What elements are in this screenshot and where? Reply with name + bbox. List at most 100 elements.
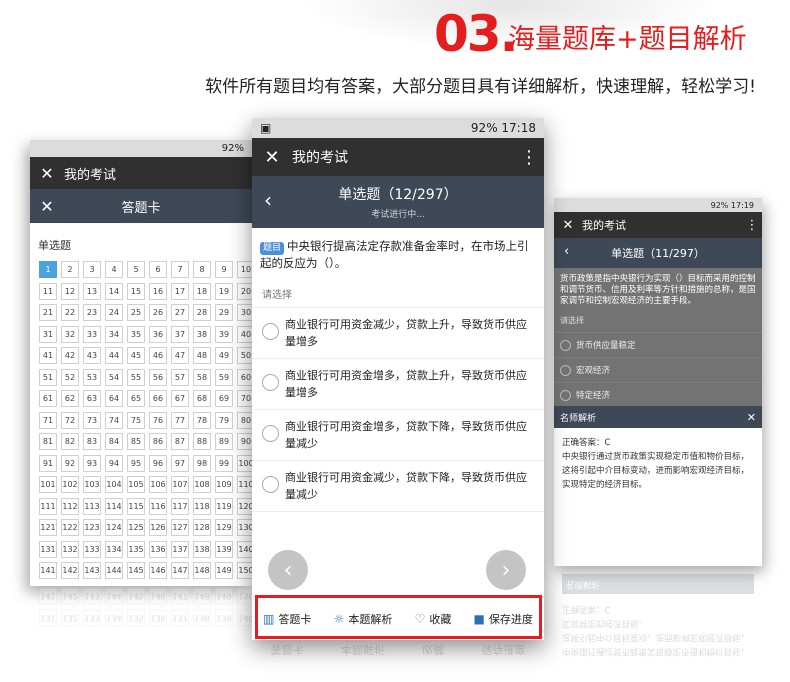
question-number-cell[interactable]: 106	[149, 476, 167, 493]
question-number-cell[interactable]: 133	[83, 540, 101, 558]
question-number-cell[interactable]: 77	[171, 411, 189, 429]
question-number-cell[interactable]: 86	[149, 433, 167, 450]
question-number-cell[interactable]: 107	[171, 476, 189, 493]
question-number-cell[interactable]: 76	[149, 411, 167, 429]
question-number-cell[interactable]: 72	[61, 411, 79, 429]
back-icon[interactable]: ‹	[264, 188, 272, 212]
question-number-cell[interactable]: 11	[39, 282, 57, 300]
question-number-cell[interactable]: 146	[149, 562, 167, 579]
question-number-cell[interactable]: 99	[215, 454, 233, 472]
question-number-cell[interactable]: 1	[39, 261, 57, 278]
question-number-cell[interactable]: 27	[171, 304, 189, 321]
question-number-cell[interactable]: 95	[127, 454, 145, 472]
question-number-cell[interactable]: 12	[61, 282, 79, 300]
question-number-cell[interactable]: 50	[237, 347, 252, 364]
question-number-cell[interactable]: 138	[193, 540, 211, 558]
question-number-cell[interactable]: 78	[193, 411, 211, 429]
question-number-cell[interactable]: 104	[105, 476, 123, 493]
back-icon[interactable]: ‹	[564, 244, 569, 259]
question-number-cell[interactable]: 66	[149, 390, 167, 407]
question-number-cell[interactable]: 21	[39, 304, 57, 321]
question-number-cell[interactable]: 134	[105, 540, 123, 558]
close-icon[interactable]: ✕	[30, 164, 64, 183]
question-number-cell[interactable]: 131	[39, 540, 57, 558]
more-icon[interactable]: ⋮	[742, 218, 762, 233]
question-number-cell[interactable]: 36	[149, 325, 167, 343]
option-d[interactable]: 商业银行可用资金减少，贷款下降，导致货币供应量减少	[252, 461, 544, 512]
question-number-cell[interactable]: 61	[39, 390, 57, 407]
question-number-cell[interactable]: 4	[105, 261, 123, 278]
question-number-cell[interactable]: 145	[127, 562, 145, 579]
question-number-cell[interactable]: 105	[127, 476, 145, 493]
question-number-cell[interactable]: 62	[61, 390, 79, 407]
question-number-cell[interactable]: 75	[127, 411, 145, 429]
question-number-cell[interactable]: 63	[83, 390, 101, 407]
question-number-cell[interactable]: 147	[171, 562, 189, 579]
question-number-cell[interactable]: 98	[193, 454, 211, 472]
question-number-cell[interactable]: 117	[171, 497, 189, 515]
question-number-cell[interactable]: 115	[127, 497, 145, 515]
question-number-cell[interactable]: 25	[127, 304, 145, 321]
question-number-cell[interactable]: 30	[237, 304, 252, 321]
question-number-cell[interactable]: 83	[83, 433, 101, 450]
question-number-cell[interactable]: 135	[127, 540, 145, 558]
question-number-cell[interactable]: 15	[127, 282, 145, 300]
next-question-button[interactable]: ›	[486, 550, 526, 590]
question-number-cell[interactable]: 150	[237, 562, 252, 579]
option-a[interactable]: 货币供应量稳定	[554, 332, 762, 357]
question-number-cell[interactable]: 125	[127, 519, 145, 536]
question-number-cell[interactable]: 94	[105, 454, 123, 472]
close-icon[interactable]: ✕	[747, 411, 756, 424]
question-number-cell[interactable]: 124	[105, 519, 123, 536]
question-number-cell[interactable]: 43	[83, 347, 101, 364]
question-number-cell[interactable]: 29	[215, 304, 233, 321]
question-number-cell[interactable]: 100	[237, 454, 252, 472]
close-icon[interactable]: ✕	[252, 147, 292, 168]
question-number-cell[interactable]: 81	[39, 433, 57, 450]
question-number-cell[interactable]: 129	[215, 519, 233, 536]
question-number-cell[interactable]: 65	[127, 390, 145, 407]
question-number-cell[interactable]: 89	[215, 433, 233, 450]
question-number-cell[interactable]: 16	[149, 282, 167, 300]
question-number-cell[interactable]: 136	[149, 540, 167, 558]
question-number-cell[interactable]: 142	[61, 562, 79, 579]
question-number-cell[interactable]: 53	[83, 368, 101, 386]
question-number-cell[interactable]: 73	[83, 411, 101, 429]
question-number-cell[interactable]: 122	[61, 519, 79, 536]
question-number-cell[interactable]: 121	[39, 519, 57, 536]
option-b[interactable]: 商业银行可用资金增多，贷款上升，导致货币供应量增多	[252, 359, 544, 410]
question-number-cell[interactable]: 116	[149, 497, 167, 515]
question-number-cell[interactable]: 144	[105, 562, 123, 579]
question-number-cell[interactable]: 8	[193, 261, 211, 278]
question-number-cell[interactable]: 37	[171, 325, 189, 343]
question-number-cell[interactable]: 47	[171, 347, 189, 364]
question-number-cell[interactable]: 109	[215, 476, 233, 493]
question-number-cell[interactable]: 17	[171, 282, 189, 300]
question-number-cell[interactable]: 143	[83, 562, 101, 579]
question-number-cell[interactable]: 80	[237, 411, 252, 429]
question-number-cell[interactable]: 10	[237, 261, 252, 278]
question-number-cell[interactable]: 19	[215, 282, 233, 300]
question-number-cell[interactable]: 139	[215, 540, 233, 558]
question-number-cell[interactable]: 92	[61, 454, 79, 472]
question-number-cell[interactable]: 127	[171, 519, 189, 536]
question-number-cell[interactable]: 130	[237, 519, 252, 536]
question-number-cell[interactable]: 113	[83, 497, 101, 515]
question-number-cell[interactable]: 49	[215, 347, 233, 364]
question-number-cell[interactable]: 59	[215, 368, 233, 386]
question-number-cell[interactable]: 91	[39, 454, 57, 472]
question-number-cell[interactable]: 57	[171, 368, 189, 386]
question-number-cell[interactable]: 26	[149, 304, 167, 321]
option-c[interactable]: 特定经济	[554, 382, 762, 407]
question-number-cell[interactable]: 32	[61, 325, 79, 343]
question-number-cell[interactable]: 90	[237, 433, 252, 450]
question-number-cell[interactable]: 41	[39, 347, 57, 364]
question-number-cell[interactable]: 38	[193, 325, 211, 343]
question-number-cell[interactable]: 123	[83, 519, 101, 536]
question-number-cell[interactable]: 128	[193, 519, 211, 536]
question-number-cell[interactable]: 71	[39, 411, 57, 429]
question-number-cell[interactable]: 149	[215, 562, 233, 579]
question-number-cell[interactable]: 137	[171, 540, 189, 558]
question-number-cell[interactable]: 39	[215, 325, 233, 343]
option-b[interactable]: 宏观经济	[554, 357, 762, 382]
